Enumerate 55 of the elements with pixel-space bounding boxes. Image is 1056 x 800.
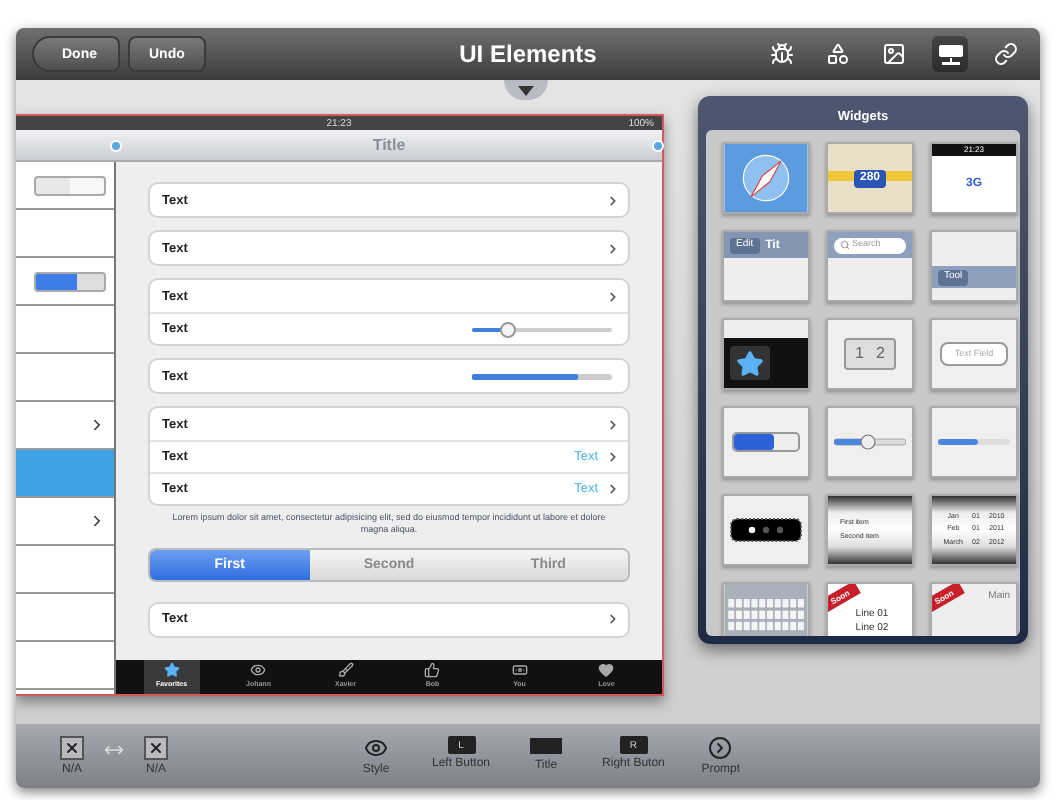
slider-drawing xyxy=(834,434,906,450)
bug-icon xyxy=(770,42,794,66)
heart-icon xyxy=(598,662,615,678)
segmented-control-drawing: 1 2 xyxy=(843,338,897,370)
chevron-icon xyxy=(606,612,620,627)
toggle-switch[interactable] xyxy=(34,175,106,195)
widget-tile[interactable] xyxy=(722,494,810,566)
eye-icon xyxy=(364,736,388,760)
brush-icon xyxy=(337,662,354,678)
x-box-icon xyxy=(144,736,168,760)
tile-background xyxy=(724,320,808,339)
slider-thumb[interactable] xyxy=(499,321,515,337)
widget-tile[interactable] xyxy=(722,406,810,478)
double-arrow-icon xyxy=(104,740,124,760)
prompt-icon xyxy=(708,736,733,760)
widget-tile[interactable]: 1 2 xyxy=(826,318,914,390)
widget-tile[interactable] xyxy=(826,406,914,478)
page-control-drawing xyxy=(730,518,802,542)
search-icon xyxy=(840,240,850,251)
toggle-switch[interactable] xyxy=(34,271,106,291)
link-icon xyxy=(994,42,1018,66)
keyboard-drawing xyxy=(724,584,808,636)
chevron-icon xyxy=(606,450,620,464)
resize-handle[interactable] xyxy=(110,140,122,152)
pull-down-tab[interactable] xyxy=(504,80,548,100)
tile-background xyxy=(932,288,1016,300)
toolbar-tool-button[interactable] xyxy=(932,36,968,72)
chevron-icon xyxy=(88,416,106,434)
chevron-icon xyxy=(606,241,620,255)
eye-icon xyxy=(250,662,267,678)
banknote-icon xyxy=(511,662,528,678)
nav-title: Title xyxy=(372,136,406,154)
compass-drawing xyxy=(724,144,808,212)
image-icon xyxy=(882,42,906,66)
widget-tile[interactable] xyxy=(722,582,810,636)
chevron-icon xyxy=(606,417,620,431)
star-icon xyxy=(163,662,180,678)
progress-bar-drawing xyxy=(938,438,1010,446)
progress-bar-drawing xyxy=(732,432,800,452)
tile-background xyxy=(932,232,1016,266)
chevron-icon xyxy=(606,482,620,496)
chevron-icon xyxy=(606,289,620,303)
shapes-icon xyxy=(826,42,850,66)
title-bar-icon xyxy=(530,736,563,756)
widget-tile[interactable] xyxy=(722,318,810,390)
chevron-icon xyxy=(88,512,106,530)
triangle-icon xyxy=(518,85,534,95)
x-box-icon xyxy=(60,736,84,760)
widget-tile[interactable] xyxy=(722,142,810,214)
thumbs-up-icon xyxy=(424,662,441,678)
window-title: UI Elements xyxy=(459,40,597,68)
widget-tile[interactable] xyxy=(930,406,1018,478)
star-icon xyxy=(736,349,764,378)
chevron-icon xyxy=(606,193,620,207)
resize-handle[interactable] xyxy=(652,140,664,152)
